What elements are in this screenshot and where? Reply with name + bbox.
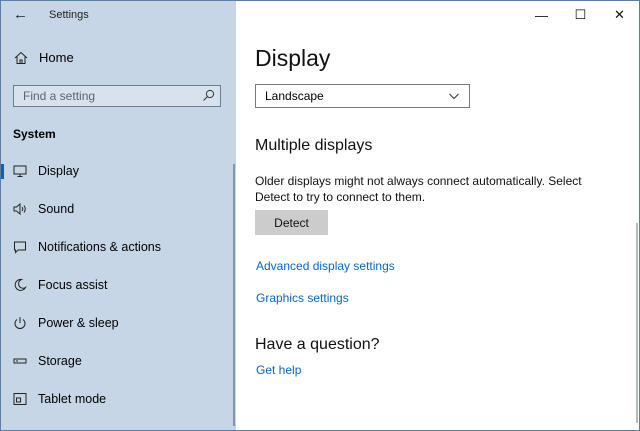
home-icon (14, 51, 28, 64)
sidebar-item-label: Tablet mode (38, 392, 107, 406)
power-icon (12, 315, 28, 331)
nav-list: Display Sound Notifications & actions Fo… (1, 152, 236, 418)
search-icon[interactable] (202, 89, 215, 102)
sidebar-item-display[interactable]: Display (1, 152, 236, 190)
home-label: Home (39, 50, 74, 65)
chevron-down-icon (449, 93, 459, 100)
sidebar-item-tablet-mode[interactable]: Tablet mode (1, 380, 236, 418)
sidebar-item-label: Notifications & actions (38, 240, 161, 254)
sidebar-item-notifications[interactable]: Notifications & actions (1, 228, 236, 266)
back-arrow-icon[interactable]: ← (13, 6, 28, 23)
speaker-icon (12, 201, 28, 217)
minimize-button[interactable]: — (522, 1, 561, 29)
advanced-display-settings-link[interactable]: Advanced display settings (256, 259, 395, 273)
sidebar-item-focus-assist[interactable]: Focus assist (1, 266, 236, 304)
multiple-displays-heading: Multiple displays (255, 137, 373, 154)
multiple-displays-description: Older displays might not always connect … (255, 174, 582, 204)
get-help-link[interactable]: Get help (256, 363, 301, 377)
sidebar-item-storage[interactable]: Storage (1, 342, 236, 380)
search-input[interactable] (14, 86, 193, 106)
detect-button[interactable]: Detect (255, 210, 328, 235)
monitor-icon (12, 163, 28, 179)
sidebar-item-sound[interactable]: Sound (1, 190, 236, 228)
sidebar-item-label: Storage (38, 354, 82, 368)
search-box[interactable] (13, 85, 221, 107)
sidebar-item-label: Focus assist (38, 278, 108, 292)
title-bar: ← Settings (1, 1, 236, 31)
notification-icon (12, 239, 28, 255)
graphics-settings-link[interactable]: Graphics settings (256, 291, 349, 305)
question-heading: Have a question? (255, 336, 380, 353)
home-link[interactable]: Home (14, 50, 74, 65)
sidebar: ← Settings Home System Display Sound Not… (1, 1, 236, 430)
orientation-dropdown[interactable]: Landscape (255, 84, 470, 108)
sidebar-item-power-sleep[interactable]: Power & sleep (1, 304, 236, 342)
storage-icon (12, 353, 28, 369)
app-title: Settings (49, 9, 89, 21)
sidebar-item-label: Display (38, 164, 79, 178)
orientation-value: Landscape (265, 89, 324, 103)
maximize-button[interactable]: ☐ (561, 1, 600, 29)
sidebar-scrollbar[interactable] (233, 164, 235, 426)
settings-window: ← Settings Home System Display Sound Not… (0, 0, 640, 431)
page-title: Display (255, 45, 331, 71)
tablet-icon (12, 391, 28, 407)
sidebar-item-label: Power & sleep (38, 316, 119, 330)
close-button[interactable]: ✕ (600, 1, 639, 29)
section-heading: System (13, 127, 56, 141)
sidebar-item-label: Sound (38, 202, 75, 216)
main-content: — ☐ ✕ Display Landscape Multiple display… (237, 1, 639, 430)
moon-icon (12, 277, 28, 293)
main-scrollbar[interactable] (636, 223, 638, 423)
window-controls: — ☐ ✕ (522, 1, 639, 29)
